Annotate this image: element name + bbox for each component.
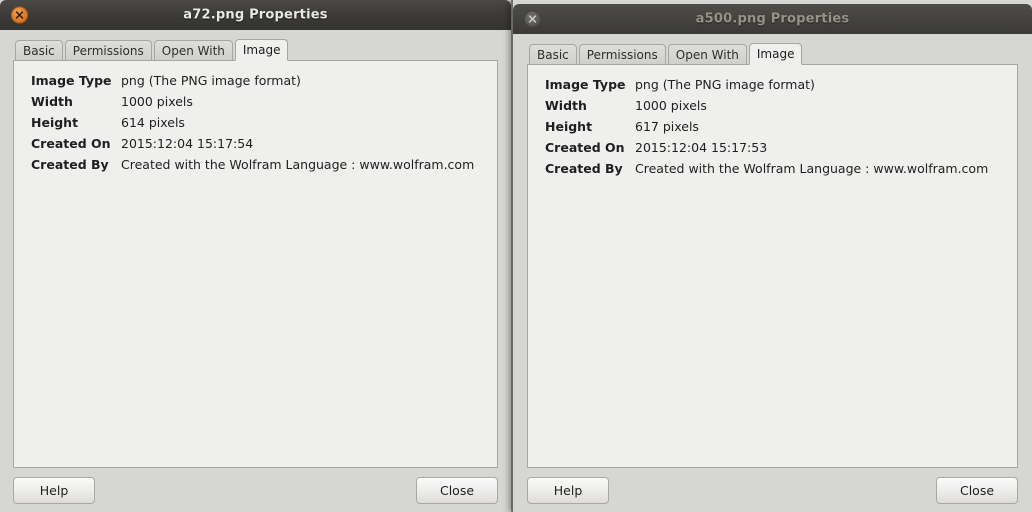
- property-label-created-on: Created On: [545, 140, 625, 155]
- window-body: Basic Permissions Open With Image Image …: [0, 30, 511, 468]
- table-row: Image Type png (The PNG image format): [537, 77, 1008, 98]
- table-row: Created By Created with the Wolfram Lang…: [537, 161, 1008, 182]
- action-bar: Help Close: [513, 468, 1032, 512]
- close-button[interactable]: Close: [936, 476, 1018, 504]
- property-value-created-by: Created with the Wolfram Language : www.…: [635, 161, 989, 176]
- property-label-image-type: Image Type: [31, 73, 112, 88]
- help-button[interactable]: Help: [13, 476, 95, 504]
- property-label-image-type: Image Type: [545, 77, 626, 92]
- property-value-created-by: Created with the Wolfram Language : www.…: [121, 157, 475, 172]
- titlebar[interactable]: a500.png Properties: [513, 4, 1032, 34]
- tab-basic[interactable]: Basic: [529, 44, 577, 65]
- image-properties-panel: Image Type png (The PNG image format) Wi…: [527, 64, 1018, 468]
- tab-permissions[interactable]: Permissions: [64, 40, 152, 61]
- table-row: Created On 2015:12:04 15:17:54: [23, 136, 488, 157]
- property-value-created-on: 2015:12:04 15:17:53: [635, 140, 768, 155]
- tab-image[interactable]: Image: [234, 39, 289, 61]
- property-value-image-type: png (The PNG image format): [635, 77, 815, 92]
- property-label-width: Width: [545, 98, 587, 113]
- tab-permissions[interactable]: Permissions: [578, 44, 666, 65]
- window-title: a72.png Properties: [183, 7, 328, 23]
- tab-strip: Basic Permissions Open With Image: [527, 43, 1018, 65]
- property-value-image-type: png (The PNG image format): [121, 73, 301, 88]
- properties-window-a500: a500.png Properties Basic Permissions Op…: [512, 0, 1032, 512]
- property-label-created-on: Created On: [31, 136, 111, 151]
- table-row: Image Type png (The PNG image format): [23, 73, 488, 94]
- action-bar: Help Close: [0, 468, 511, 512]
- window-title: a500.png Properties: [695, 11, 850, 27]
- properties-table: Image Type png (The PNG image format) Wi…: [537, 77, 1008, 182]
- table-row: Width 1000 pixels: [23, 94, 488, 115]
- window-body: Basic Permissions Open With Image Image …: [513, 34, 1032, 468]
- properties-window-a72: a72.png Properties Basic Permissions Ope…: [0, 0, 512, 512]
- tab-basic[interactable]: Basic: [15, 40, 63, 61]
- tab-image[interactable]: Image: [748, 43, 803, 65]
- table-row: Created On 2015:12:04 15:17:53: [537, 140, 1008, 161]
- table-row: Height 614 pixels: [23, 115, 488, 136]
- close-button[interactable]: Close: [416, 476, 498, 504]
- table-row: Height 617 pixels: [537, 119, 1008, 140]
- table-row: Width 1000 pixels: [537, 98, 1008, 119]
- titlebar[interactable]: a72.png Properties: [0, 0, 511, 30]
- property-value-height: 614 pixels: [121, 115, 185, 130]
- image-properties-panel: Image Type png (The PNG image format) Wi…: [13, 60, 498, 468]
- property-label-height: Height: [545, 119, 593, 134]
- help-button[interactable]: Help: [527, 476, 609, 504]
- tab-strip: Basic Permissions Open With Image: [13, 39, 498, 61]
- tab-open-with[interactable]: Open With: [667, 44, 747, 65]
- property-label-created-by: Created By: [545, 161, 623, 176]
- property-value-width: 1000 pixels: [121, 94, 193, 109]
- property-value-height: 617 pixels: [635, 119, 699, 134]
- property-label-created-by: Created By: [31, 157, 109, 172]
- property-value-created-on: 2015:12:04 15:17:54: [121, 136, 254, 151]
- tab-open-with[interactable]: Open With: [153, 40, 233, 61]
- properties-table: Image Type png (The PNG image format) Wi…: [23, 73, 488, 178]
- table-row: Created By Created with the Wolfram Lang…: [23, 157, 488, 178]
- property-label-width: Width: [31, 94, 73, 109]
- property-value-width: 1000 pixels: [635, 98, 707, 113]
- property-label-height: Height: [31, 115, 79, 130]
